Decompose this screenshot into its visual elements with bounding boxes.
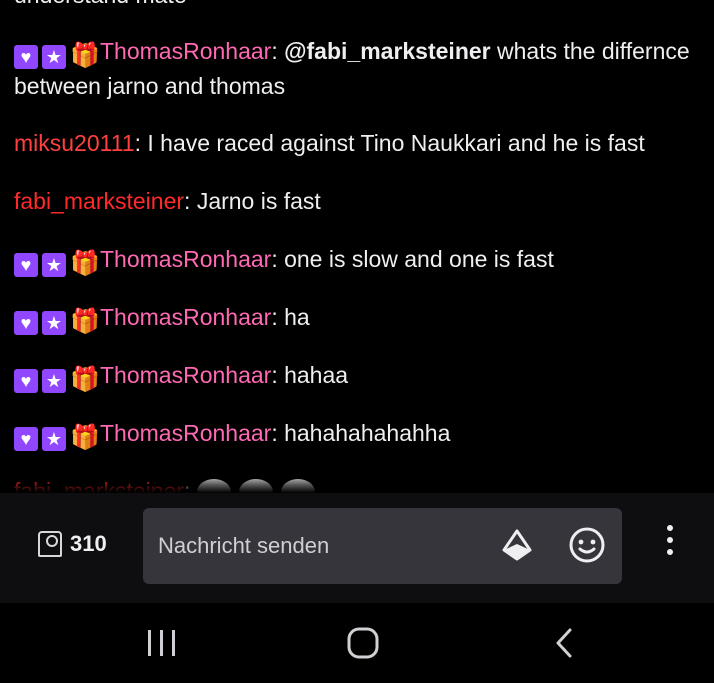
emote-picker-icon[interactable]	[568, 526, 606, 564]
star-badge-icon[interactable]: ★	[42, 45, 66, 69]
chat-message: ♥ ★ 🎁ThomasRonhaar: hahahahahahha	[14, 416, 704, 451]
separator: :	[271, 304, 285, 330]
heart-badge-icon[interactable]: ♥	[14, 253, 38, 277]
username[interactable]: miksu20111	[14, 130, 135, 156]
star-badge-icon[interactable]: ★	[42, 311, 66, 335]
message-text: ha	[284, 304, 310, 330]
more-options-icon[interactable]	[660, 525, 680, 565]
chat-message: ♥ ★ 🎁ThomasRonhaar: one is slow and one is…	[14, 242, 704, 277]
chat-input-bar: 310	[0, 493, 714, 603]
star-badge-icon[interactable]: ★	[42, 427, 66, 451]
separator: :	[271, 362, 285, 388]
separator: :	[271, 420, 285, 446]
chat-area: understand mate ♥★🎁ThomasRonhaar: @fabi_…	[0, 0, 714, 493]
chat-message: fabi_marksteiner: Jarno is fast	[14, 184, 704, 218]
chat-message: ♥ ★ 🎁ThomasRonhaar: hahaa	[14, 358, 704, 393]
heart-badge-icon[interactable]: ♥	[14, 45, 38, 69]
gift-badge-icon[interactable]: 🎁	[70, 44, 100, 68]
gift-badge-icon[interactable]: 🎁	[70, 252, 100, 276]
username[interactable]: ThomasRonhaar	[100, 304, 271, 330]
chat-message: ♥ ★ 🎁ThomasRonhaar: ha	[14, 300, 704, 335]
viewer-count-value: 310	[70, 531, 107, 556]
viewers-icon	[38, 531, 62, 557]
back-icon[interactable]	[545, 623, 585, 663]
message-text: hahahahahahha	[284, 420, 451, 446]
mention[interactable]: @fabi_marksteiner	[284, 38, 491, 64]
username[interactable]: fabi_marksteiner	[14, 188, 184, 214]
gift-badge-icon[interactable]: 🎁	[70, 426, 100, 450]
chat-message: miksu20111: I have raced against Tino Na…	[14, 126, 704, 160]
star-badge-icon[interactable]: ★	[42, 253, 66, 277]
message-text: hahaa	[284, 362, 349, 388]
chat-fade	[0, 475, 714, 493]
gift-badge-icon[interactable]: 🎁	[70, 368, 100, 392]
system-navigation-bar	[0, 603, 714, 683]
heart-badge-icon[interactable]: ♥	[14, 369, 38, 393]
chat-message: ♥ ★ 🎁ThomasRonhaar: @fabi_marksteiner what…	[14, 34, 704, 103]
recent-apps-icon[interactable]	[142, 623, 182, 663]
username[interactable]: ThomasRonhaar	[100, 38, 271, 64]
message-text: understand mate	[14, 0, 187, 8]
message-text: I have raced against Tino Naukkari and h…	[147, 130, 645, 156]
username[interactable]: ThomasRonhaar	[100, 362, 271, 388]
message-text: one is slow and one is fast	[284, 246, 554, 272]
star-badge-icon[interactable]: ★	[42, 369, 66, 393]
separator: :	[184, 188, 197, 214]
message-input[interactable]	[143, 508, 622, 584]
home-icon[interactable]	[343, 623, 383, 663]
separator: :	[271, 38, 285, 64]
message-text: Jarno is fast	[196, 188, 321, 214]
bits-icon[interactable]	[498, 526, 536, 564]
chat-message-partial: understand mate	[14, 0, 704, 12]
separator: :	[271, 246, 285, 272]
heart-badge-icon[interactable]: ♥	[14, 311, 38, 335]
separator: :	[134, 130, 148, 156]
username[interactable]: ThomasRonhaar	[100, 246, 271, 272]
viewer-count[interactable]: 310	[38, 529, 107, 559]
username[interactable]: ThomasRonhaar	[100, 420, 271, 446]
gift-badge-icon[interactable]: 🎁	[70, 310, 100, 334]
heart-badge-icon[interactable]: ♥	[14, 427, 38, 451]
